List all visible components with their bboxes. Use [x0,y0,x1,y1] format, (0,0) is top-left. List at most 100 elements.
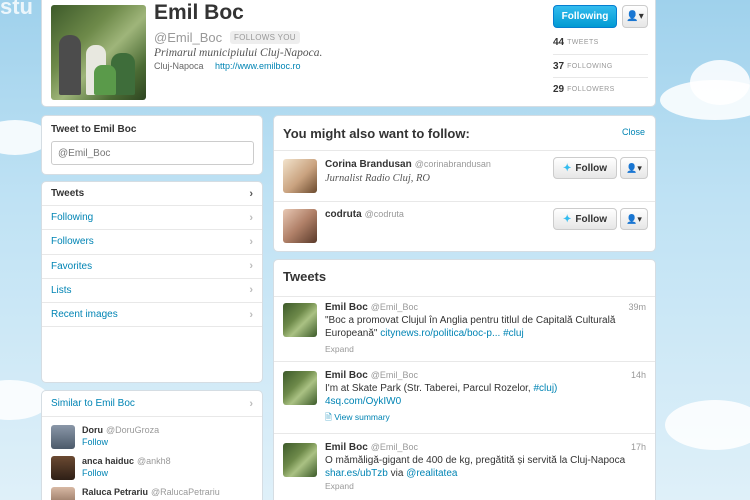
avatar[interactable] [283,371,317,405]
tweet-timestamp[interactable]: 14h [631,370,646,380]
avatar[interactable] [283,159,317,193]
user-handle: @DoruGroza [106,425,160,435]
bird-icon: ✦ [562,162,572,174]
stat-tweets[interactable]: 44 TWEETS [553,31,648,54]
tweet-timestamp[interactable]: 39m [628,302,646,312]
nav-item-label: Favorites [51,260,93,272]
nav-item-lists[interactable]: Lists › [42,279,262,303]
user-icon: 👤▾ [626,162,642,173]
follow-link[interactable]: Follow [82,437,108,447]
tweet-hashtag[interactable]: #cluj [503,328,524,339]
user-name: anca haiduc [82,456,135,466]
follow-link[interactable]: Follow [82,468,108,478]
stat-followers[interactable]: 29 FOLLOWERS [553,77,648,100]
user-actions-button[interactable]: 👤▾ [620,157,648,179]
suggested-user: codruta @codruta ✦ Follow 👤▾ [274,201,655,251]
profile-avatar[interactable] [51,5,146,100]
tweet-author[interactable]: Emil Boc @Emil_Boc [325,370,418,381]
background-cloud [665,400,750,450]
avatar[interactable] [51,456,75,480]
user-actions-button[interactable]: 👤▾ [622,5,648,28]
user-handle: @Emil_Boc [370,442,418,452]
tweet-hashtag[interactable]: #cluj) [533,383,557,394]
profile-location: Cluj-Napoca [154,61,204,71]
user-icon: 👤▾ [626,213,642,224]
tweet[interactable]: Emil Boc @Emil_Boc 14h I'm at Skate Park … [274,362,655,434]
suggested-user-name[interactable]: Corina Brandusan @corinabrandusan [325,159,491,170]
tweet-link[interactable]: citynews.ro/politica/boc-p... [380,328,500,339]
expand-link[interactable]: Expand [325,481,354,491]
avatar[interactable] [51,425,75,449]
similar-user-name[interactable]: Doru @DoruGroza [82,425,159,435]
tweet-to-box: Tweet to Emil Boc [41,115,263,175]
avatar[interactable] [283,209,317,243]
profile-handle: @Emil_Boc [154,30,223,45]
profile-nav: Tweets › Following › Followers › Favorit… [41,181,263,383]
document-icon: 🗎 [325,412,332,422]
nav-item-followers[interactable]: Followers › [42,230,262,255]
chevron-right-icon: › [249,187,253,200]
user-name: Doru [82,425,103,435]
user-icon: 👤▾ [626,11,644,22]
avatar[interactable] [283,303,317,337]
view-summary-label: View summary [334,412,390,422]
nav-item-label: Following [51,212,94,224]
suggested-user: Corina Brandusan @corinabrandusan Jurnali… [274,150,655,200]
user-name: codruta [325,209,362,220]
similar-to-header[interactable]: Similar to Emil Boc › [42,391,262,417]
follow-button-label: Follow [575,162,608,174]
user-handle: @Emil_Boc [370,302,418,312]
expand-link[interactable]: Expand [325,344,354,354]
suggested-user-name[interactable]: codruta @codruta [325,209,404,220]
nav-item-favorites[interactable]: Favorites › [42,255,262,279]
tweet-author[interactable]: Emil Boc @Emil_Boc [325,442,418,453]
follow-button[interactable]: ✦ Follow [553,208,617,230]
tweet-via: via [390,467,404,479]
similar-user-name[interactable]: anca haiduc @ankh8 [82,456,171,466]
tweet-mention[interactable]: @realitatea [406,468,457,479]
chevron-right-icon: › [249,260,253,273]
profile-stats: 44 TWEETS 37 FOLLOWING 29 FOLLOWERS [553,31,648,100]
user-handle: @codruta [364,209,404,219]
stat-value: 29 [553,83,565,95]
tweet[interactable]: Emil Boc @Emil_Boc 39m "Boc a promovat Cl… [274,298,655,362]
stat-label: FOLLOWING [567,62,613,70]
tweet-timestamp[interactable]: 17h [631,442,646,452]
user-name: Emil Boc [325,370,368,381]
tweet-link[interactable]: 4sq.com/OykIW0 [325,396,401,407]
follow-button[interactable]: ✦ Follow [553,157,617,179]
nav-item-following[interactable]: Following › [42,206,262,231]
follows-you-badge: FOLLOWS YOU [230,31,300,44]
tweet[interactable]: Emil Boc @Emil_Boc 17h O mămăligă-gigant … [274,434,655,500]
avatar[interactable] [51,487,75,500]
nav-item-recent-images[interactable]: Recent images › [42,303,262,328]
who-to-follow-title: You might also want to follow: [283,126,470,141]
stat-following[interactable]: 37 FOLLOWING [553,54,648,77]
nav-item-tweets[interactable]: Tweets › [42,182,262,207]
user-handle: @ankh8 [137,456,171,466]
avatar[interactable] [283,443,317,477]
stat-label: TWEETS [567,39,599,46]
background-text: stu [0,0,33,19]
user-name: Corina Brandusan [325,159,412,170]
tweet-author[interactable]: Emil Boc @Emil_Boc [325,302,418,313]
nav-item-label: Followers [51,236,94,248]
bird-icon: ✦ [562,213,572,225]
similar-user: Doru @DoruGroza Follow [51,425,256,453]
user-name: Emil Boc [325,442,368,453]
follow-button-label: Follow [575,213,608,225]
tweet-to-input[interactable] [51,141,254,165]
chevron-right-icon: › [249,284,253,297]
profile-website-link[interactable]: http://www.emilboc.ro [215,61,301,71]
tweet-body: O mămăligă-gigant de 400 de kg, pregătit… [325,455,626,466]
similar-user-name[interactable]: Raluca Petrariu @RalucaPetrariu [82,487,220,497]
nav-item-label: Lists [51,284,72,296]
close-link[interactable]: Close [622,127,645,137]
tweet-link[interactable]: shar.es/ubTzb [325,468,388,479]
stat-label: FOLLOWERS [567,85,615,93]
following-button[interactable]: Following [553,5,617,28]
chevron-right-icon: › [249,211,253,224]
view-summary-link[interactable]: 🗎 View summary [325,412,390,426]
user-actions-button[interactable]: 👤▾ [620,208,648,230]
user-handle: @corinabrandusan [414,159,491,169]
